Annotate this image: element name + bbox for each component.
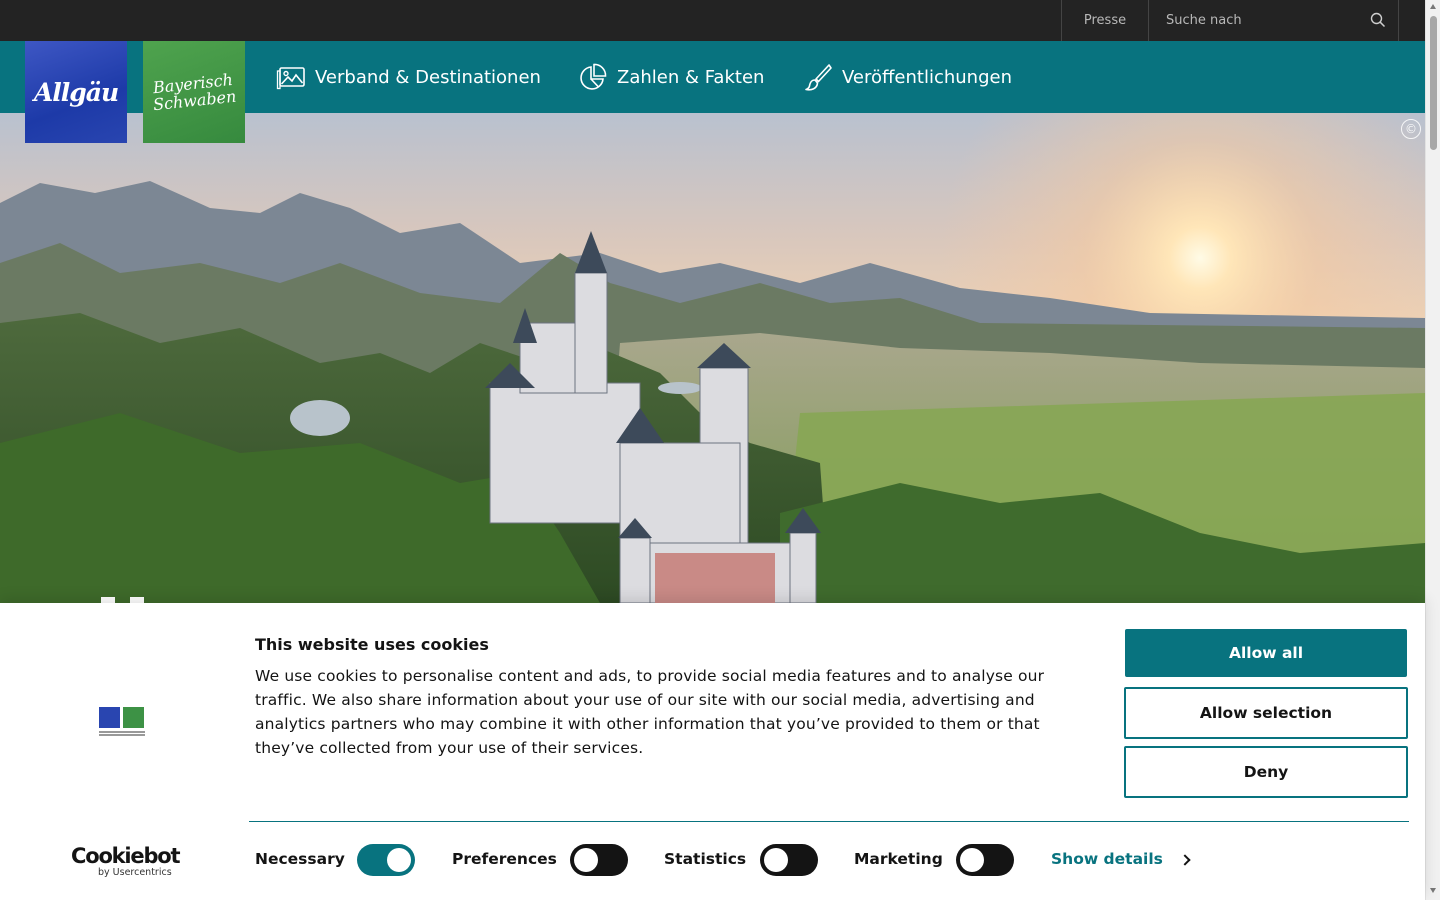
toggle-marketing[interactable] (956, 844, 1014, 876)
site-logo-small (99, 707, 145, 739)
cookie-divider (249, 821, 1409, 822)
deny-button[interactable]: Deny (1124, 746, 1408, 798)
nav-item-verband-destinationen[interactable]: Verband & Destinationen (276, 41, 541, 113)
page-scrollbar[interactable] (1425, 0, 1440, 900)
toggle-preferences[interactable] (570, 844, 628, 876)
hero-image (0, 113, 1425, 603)
schwaben-mini-logo (123, 707, 144, 728)
picture-icon (276, 67, 305, 90)
logo-caption-lines (99, 731, 145, 737)
search-input[interactable] (1149, 0, 1364, 41)
toggle-necessary (357, 844, 415, 876)
toggle-label-statistics: Statistics (664, 850, 747, 868)
scrollbar-thumb[interactable] (1430, 16, 1437, 150)
bayerisch-schwaben-logo[interactable]: Bayerisch Schwaben (143, 41, 245, 143)
neuschwanstein-landscape-image (0, 113, 1425, 603)
nav-item-label: Zahlen & Fakten (617, 66, 765, 88)
toggle-knob (764, 848, 788, 872)
scroll-down-arrow-icon[interactable] (1430, 888, 1436, 893)
toggle-label-necessary: Necessary (255, 850, 345, 868)
cookiebot-wordmark: Cookiebot (71, 844, 181, 868)
allow-all-button[interactable]: Allow all (1125, 629, 1407, 677)
brush-icon (805, 64, 832, 91)
nav-item-label: Verband & Destinationen (315, 66, 541, 88)
press-link[interactable]: Presse (1061, 0, 1149, 41)
cookie-consent-banner: This website uses cookies We use cookies… (0, 603, 1425, 900)
allow-selection-button[interactable]: Allow selection (1124, 687, 1408, 739)
toggle-knob (960, 848, 984, 872)
allgaeu-mini-logo (99, 707, 120, 728)
bayerisch-schwaben-logo-text: Bayerisch Schwaben (151, 70, 237, 114)
pie-chart-icon (580, 63, 607, 90)
top-utility-bar: Presse (0, 0, 1425, 41)
search-box (1149, 0, 1399, 41)
cookiebot-logo[interactable]: Cookiebot by Usercentrics (71, 844, 181, 879)
cookiebot-byline: by Usercentrics (98, 867, 172, 878)
copyright-icon[interactable]: © (1401, 119, 1421, 139)
allgaeu-logo[interactable]: Allgäu (25, 41, 127, 143)
nav-item-zahlen-fakten[interactable]: Zahlen & Fakten (578, 41, 764, 113)
toggle-label-preferences: Preferences (452, 850, 557, 868)
nav-item-veroeffentlichungen[interactable]: Veröffentlichungen (803, 41, 1012, 113)
show-details-link[interactable]: Show details (1051, 850, 1191, 868)
show-details-label: Show details (1051, 850, 1163, 868)
toggle-statistics[interactable] (760, 844, 818, 876)
chevron-right-icon (1179, 853, 1191, 866)
cookie-banner-title: This website uses cookies (255, 635, 489, 654)
cookie-banner-text: We use cookies to personalise content an… (255, 667, 1045, 757)
toggle-knob (387, 848, 411, 872)
toggle-label-marketing: Marketing (854, 850, 943, 868)
toggle-knob (574, 848, 598, 872)
nav-item-label: Veröffentlichungen (842, 66, 1012, 88)
scroll-up-arrow-icon[interactable] (1430, 4, 1436, 9)
allgaeu-logo-text: Allgäu (33, 77, 119, 107)
search-icon[interactable] (1370, 12, 1386, 28)
